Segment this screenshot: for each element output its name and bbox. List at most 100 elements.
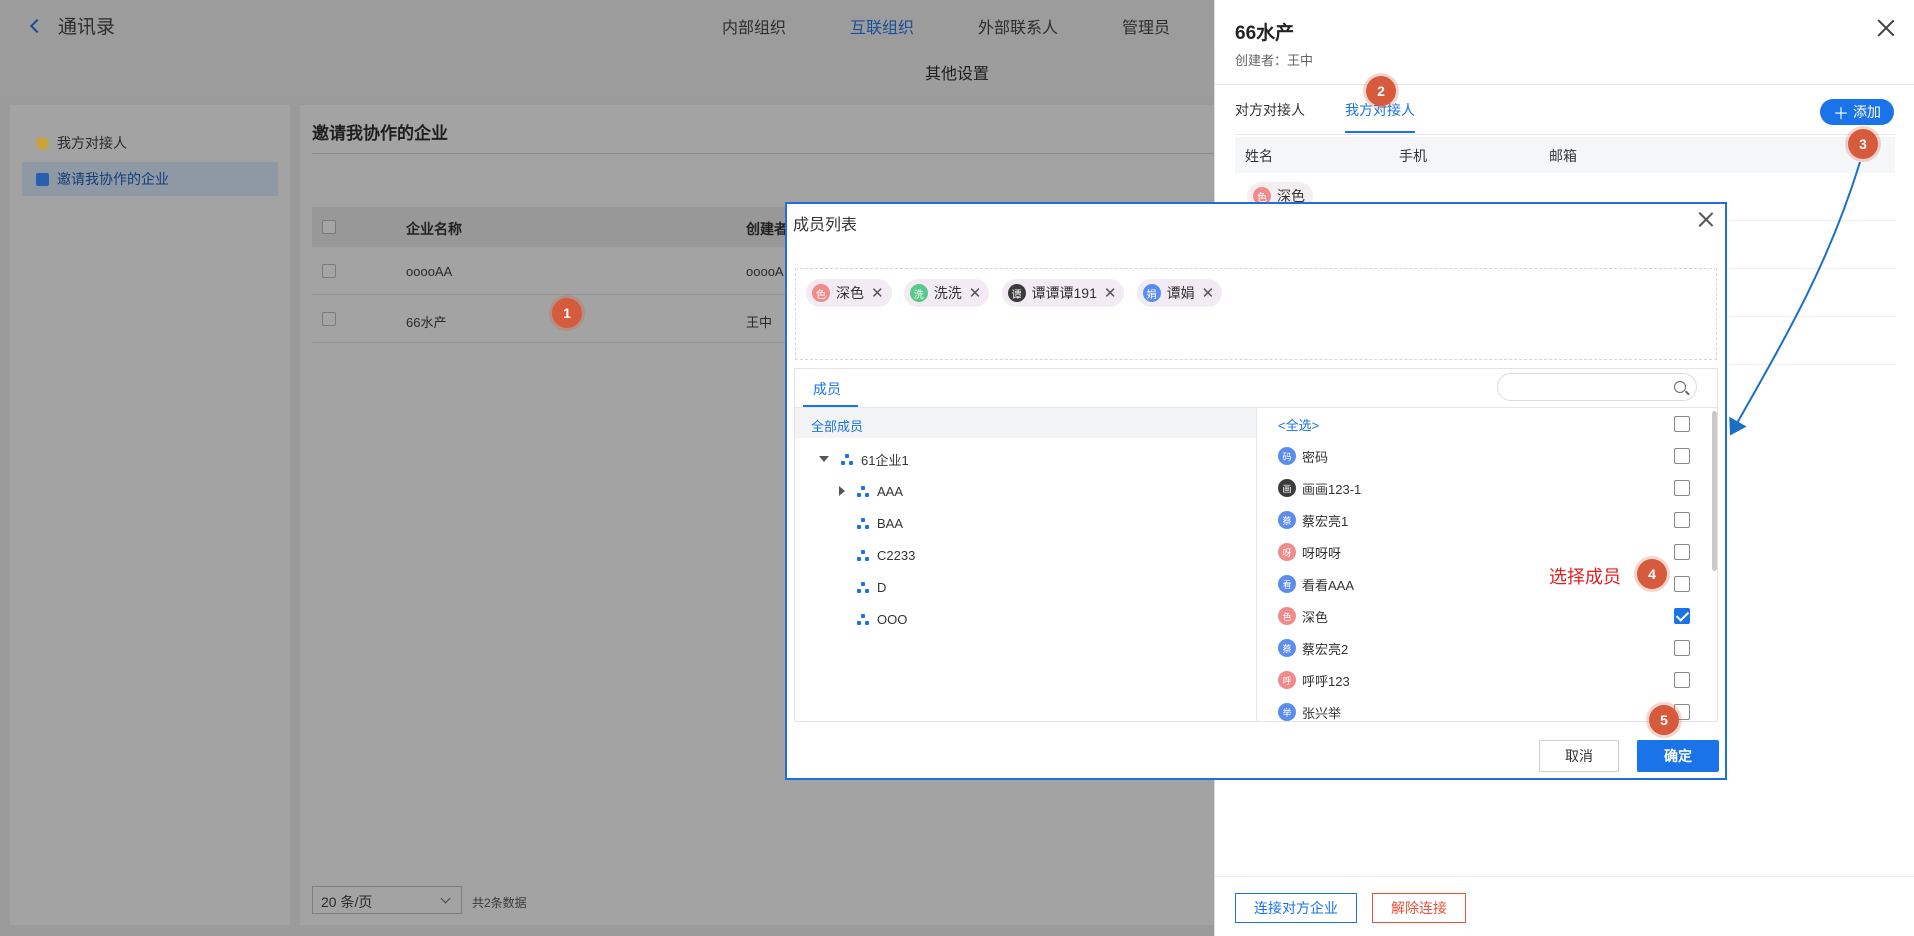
nav-interconnected-org[interactable]: 互联组织 (850, 14, 914, 38)
tree-node[interactable]: BAA (857, 510, 903, 536)
sidebar-item-our-contacts[interactable]: 我方对接人 (22, 126, 278, 160)
drawer-title: 66水产 (1235, 23, 1295, 44)
chip-label: 深色 (836, 285, 864, 301)
row-checkbox[interactable] (322, 264, 336, 278)
tree-node[interactable]: OOO (857, 606, 907, 632)
tab-their-contacts[interactable]: 对方对接人 (1235, 100, 1305, 120)
member-row[interactable]: 色 深色 (1258, 600, 1708, 632)
tab-members[interactable]: 成员 (805, 379, 849, 399)
chevron-down-icon (440, 893, 451, 904)
back-button[interactable]: 通讯录 (29, 12, 116, 39)
page-size-select[interactable]: 20 条/页 (312, 886, 462, 914)
member-checkbox[interactable] (1674, 480, 1690, 496)
chevron-left-icon (29, 18, 45, 33)
search-input[interactable] (1497, 373, 1697, 401)
cancel-button[interactable]: 取消 (1539, 740, 1619, 772)
sidebar-item-inviting-companies[interactable]: 邀请我协作的企业 (22, 162, 278, 196)
column-header: 邮箱 (1549, 148, 1577, 164)
row-checkbox[interactable] (322, 312, 336, 326)
selected-members: 色 深色 ✕ 洗 洗洗 ✕ 谭 谭谭谭191 ✕ 娟 谭娟 ✕ (795, 268, 1717, 360)
tree-node[interactable]: 61企业1 (819, 446, 909, 472)
scrollbar[interactable] (1712, 411, 1717, 571)
select-all-checkbox[interactable] (1674, 416, 1690, 432)
member-row[interactable]: 举 张兴举 (1258, 696, 1708, 722)
tree-node-label: OOO (877, 611, 908, 627)
member-checkbox[interactable] (1674, 640, 1690, 656)
disconnect-button[interactable]: 解除连接 (1372, 893, 1466, 923)
tree-node[interactable]: D (857, 574, 886, 600)
tree-all-members[interactable]: 全部成员 (795, 408, 1256, 438)
chip-label: 洗洗 (933, 285, 962, 301)
confirm-button[interactable]: 确定 (1637, 740, 1719, 772)
select-all-label: <全选> (1278, 417, 1320, 433)
member-checkbox[interactable] (1674, 512, 1690, 528)
remove-chip-icon[interactable]: ✕ (969, 284, 982, 302)
avatar: 画 (1278, 479, 1296, 497)
tree-node-label: 61企业1 (861, 452, 909, 468)
divider (1235, 134, 1895, 135)
plus-icon: ＋ (1832, 106, 1849, 123)
org-icon (857, 613, 869, 625)
table-header: 姓名 手机 邮箱 (1235, 137, 1895, 173)
member-row[interactable]: 蔡 蔡宏亮1 (1258, 504, 1708, 536)
step-marker: 3 (1848, 129, 1878, 159)
org-icon (857, 485, 869, 497)
add-label: 添加 (1853, 104, 1881, 120)
member-row[interactable]: 蔡 蔡宏亮2 (1258, 632, 1708, 664)
avatar: 娟 (1142, 284, 1161, 302)
member-row[interactable]: 画 画画123-1 (1258, 472, 1708, 504)
tab-indicator (1345, 131, 1415, 133)
sidebar-item-label: 我方对接人 (57, 135, 127, 151)
member-name: 蔡宏亮2 (1302, 641, 1349, 657)
select-all-checkbox[interactable] (322, 220, 336, 234)
close-icon[interactable] (1697, 210, 1715, 228)
avatar: 色 (1278, 607, 1296, 625)
org-icon (857, 549, 869, 561)
connect-company-button[interactable]: 连接对方企业 (1235, 893, 1357, 923)
member-row[interactable]: 码 密码 (1258, 440, 1708, 472)
other-settings-link[interactable]: 其他设置 (925, 60, 989, 84)
selected-chip: 谭 谭谭谭191 ✕ (1001, 279, 1125, 307)
member-name: 画画123-1 (1302, 481, 1362, 497)
member-name: 张兴举 (1302, 705, 1342, 721)
tree-node-label: BAA (877, 515, 904, 531)
tree-node[interactable]: C2233 (857, 542, 915, 568)
member-name: 呀呀呀 (1302, 545, 1342, 561)
selected-chip: 色 深色 ✕ (806, 279, 892, 307)
tree-node-label: C2233 (877, 547, 916, 563)
step-marker: 5 (1649, 705, 1679, 735)
back-label: 通讯录 (58, 17, 116, 38)
company-name: 66水产 (406, 315, 447, 330)
member-name: 蔡宏亮1 (1302, 513, 1349, 529)
step-marker: 1 (552, 298, 582, 328)
member-checkbox[interactable] (1674, 672, 1690, 688)
member-name: 密码 (1302, 449, 1329, 465)
creator: ooooA (746, 264, 784, 279)
member-row[interactable]: 呼 呼呼123 (1258, 664, 1708, 696)
nav-admin[interactable]: 管理员 (1122, 14, 1170, 38)
avatar: 呼 (1278, 671, 1296, 689)
drawer-subtitle: 创建者：王中 (1235, 53, 1314, 68)
step-marker: 4 (1637, 559, 1667, 589)
member-checkbox[interactable] (1674, 544, 1690, 560)
member-checkbox[interactable] (1674, 448, 1690, 464)
close-icon[interactable] (1876, 18, 1896, 38)
remove-chip-icon[interactable]: ✕ (1202, 284, 1215, 302)
org-icon (857, 517, 869, 529)
avatar: 码 (1278, 447, 1296, 465)
member-checkbox-checked[interactable] (1674, 608, 1690, 624)
tree-node[interactable]: AAA (839, 478, 903, 504)
remove-chip-icon[interactable]: ✕ (1104, 284, 1117, 302)
divider (1215, 84, 1914, 85)
expand-icon[interactable] (819, 456, 829, 462)
org-icon (841, 453, 853, 465)
remove-chip-icon[interactable]: ✕ (871, 284, 884, 302)
collapse-icon[interactable] (839, 486, 845, 496)
select-all-row[interactable]: <全选> (1258, 408, 1708, 440)
avatar: 色 (812, 284, 830, 302)
nav-internal-org[interactable]: 内部组织 (722, 14, 786, 38)
add-button[interactable]: ＋ 添加 (1820, 99, 1894, 125)
nav-external-contacts[interactable]: 外部联系人 (978, 14, 1058, 38)
member-name: 看看AAA (1302, 577, 1355, 593)
member-checkbox[interactable] (1674, 576, 1690, 592)
